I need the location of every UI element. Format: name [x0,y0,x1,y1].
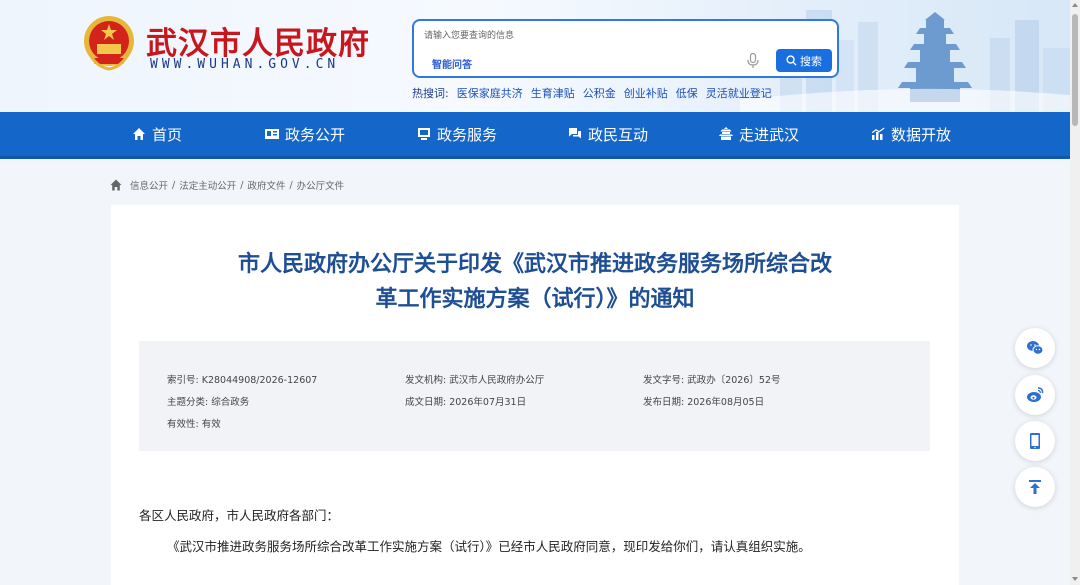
meta-issuer: 发文机构: 武汉市人民政府办公厅 [405,375,545,386]
breadcrumb-separator: / [240,179,244,191]
search-box[interactable]: 请输入您要查询的信息 智能问答 搜索 [412,19,839,78]
smart-qa-tag[interactable]: 智能问答 [432,56,472,71]
nav-item-gov-affairs[interactable]: 政务公开 [265,112,345,156]
meta-validity: 有效性: 有效 [167,419,221,430]
back-to-top-icon [1029,480,1041,494]
home-icon[interactable] [110,179,122,191]
article-paragraph: 《武汉市推进政务服务场所综合改革工作实施方案（试行）》已经市人民政府同意，现印发… [167,539,811,554]
building-icon [719,127,733,140]
nav-item-label: 政务服务 [437,125,498,144]
back-to-top-button[interactable] [1015,467,1055,507]
breadcrumb-item[interactable]: 信息公开 [130,178,168,192]
mobile-icon [1030,433,1040,449]
nav-item-open-data[interactable]: 数据开放 [871,112,951,156]
breadcrumb-item[interactable]: 政府文件 [247,178,285,192]
breadcrumb-separator: / [289,179,293,191]
mobile-version-button[interactable] [1015,421,1055,461]
service-icon [418,128,430,140]
hot-search-link[interactable]: 公积金 [583,85,616,101]
nav-item-label: 数据开放 [891,125,952,144]
chart-icon [872,127,885,140]
main-nav: 首页 政务公开 政务服务 政民互动 走进武汉 数据开放 [0,112,1080,159]
nav-item-label: 政务公开 [285,125,346,144]
hot-search-link[interactable]: 灵活就业登记 [706,85,772,101]
article-title-line: 革工作实施方案（试行）》的通知 [375,287,695,312]
hot-search-link[interactable]: 生育津贴 [531,85,575,101]
hot-search-link[interactable]: 医保家庭共济 [457,85,523,101]
article-card: 市人民政府办公厅关于印发《武汉市推进政务服务场所综合改 革工作实施方案（试行）》… [111,205,959,585]
meta-doc-no: 发文字号: 武政办〔2026〕52号 [643,375,781,386]
home-icon [133,128,145,140]
hot-searches: 热搜词: 医保家庭共济 生育津贴 公积金 创业补贴 低保 灵活就业登记 [412,85,772,101]
breadcrumb-item[interactable]: 法定主动公开 [179,178,236,192]
hot-search-link[interactable]: 低保 [676,85,698,101]
nav-item-explore-wuhan[interactable]: 走进武汉 [719,112,799,156]
meta-index-no: 索引号: K28044908/2026-12607 [167,375,318,386]
nav-item-label: 政民互动 [588,125,649,144]
scroll-down-arrow-icon[interactable] [1072,577,1078,581]
article-title: 市人民政府办公厅关于印发《武汉市推进政务服务场所综合改 革工作实施方案（试行）》… [111,247,959,317]
article-salutation: 各区人民政府，市人民政府各部门： [139,508,340,523]
page-scrollbar[interactable] [1070,0,1080,585]
search-icon [786,55,797,66]
share-wechat-button[interactable] [1015,328,1055,368]
hot-search-link[interactable]: 创业补贴 [624,85,668,101]
wechat-icon [1027,341,1044,355]
search-button-label: 搜索 [800,54,822,68]
id-card-icon [265,129,279,139]
hot-searches-label: 热搜词: [412,87,449,100]
weibo-icon [1027,387,1044,402]
nav-item-label: 首页 [152,125,183,144]
nav-item-home[interactable]: 首页 [132,112,182,156]
scroll-up-arrow-icon[interactable] [1072,3,1078,7]
nav-item-label: 走进武汉 [739,125,800,144]
search-input[interactable]: 请输入您要查询的信息 [424,28,514,41]
chat-icon [569,128,581,139]
meta-created-date: 成文日期: 2026年07月31日 [405,397,527,408]
nav-item-interaction[interactable]: 政民互动 [568,112,648,156]
article-title-line: 市人民政府办公厅关于印发《武汉市推进政务服务场所综合改 [237,252,832,277]
microphone-icon[interactable] [747,53,759,69]
site-domain: WWW.WUHAN.GOV.CN [150,57,340,72]
article-meta-panel: 索引号: K28044908/2026-12607 发文机构: 武汉市人民政府办… [139,341,930,451]
scrollbar-thumb[interactable] [1072,14,1078,126]
share-weibo-button[interactable] [1015,375,1055,415]
breadcrumb: 信息公开 / 法定主动公开 / 政府文件 / 办公厅文件 [110,178,344,192]
nav-item-gov-services[interactable]: 政务服务 [417,112,497,156]
national-emblem-icon [84,16,134,71]
breadcrumb-separator: / [172,179,176,191]
meta-category: 主题分类: 综合政务 [167,397,250,408]
meta-published-date: 发布日期: 2026年08月05日 [643,397,765,408]
site-header: 武汉市人民政府 WWW.WUHAN.GOV.CN 请输入您要查询的信息 智能问答 [0,0,1080,112]
breadcrumb-item[interactable]: 办公厅文件 [297,178,345,192]
search-button[interactable]: 搜索 [776,49,832,72]
